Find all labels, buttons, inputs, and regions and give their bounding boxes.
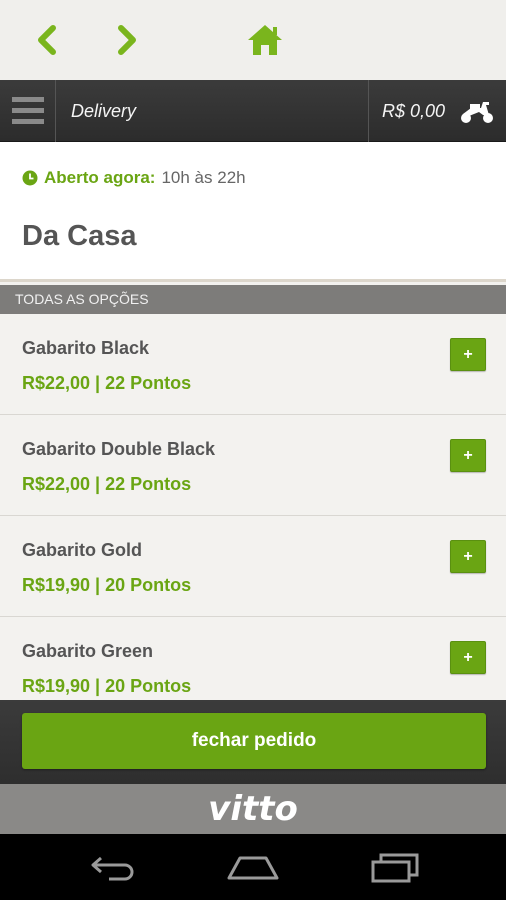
cart-total: R$ 0,00 <box>382 100 446 121</box>
home-outline-icon <box>227 856 279 880</box>
system-back-button[interactable] <box>83 852 143 884</box>
system-nav-bar <box>0 834 506 900</box>
hours-text: 10h às 22h <box>161 168 246 187</box>
item-name: Gabarito Double Black <box>22 439 216 459</box>
page-title: Delivery <box>71 101 137 121</box>
add-item-button[interactable]: + <box>450 338 486 371</box>
product-list[interactable]: Gabarito Black R$22,00 | 22 Pontos + Gab… <box>0 314 506 700</box>
scooter-icon <box>461 102 494 123</box>
menu-button[interactable] <box>0 80 56 142</box>
open-status: Aberto agora: <box>44 168 156 187</box>
list-item[interactable]: Gabarito Double Black R$22,00 | 22 Ponto… <box>0 415 506 516</box>
chevron-left-icon <box>38 25 56 55</box>
add-item-button[interactable]: + <box>450 540 486 573</box>
system-recents-button[interactable] <box>365 852 425 884</box>
brand-bar: vitto <box>0 784 506 834</box>
list-item[interactable]: Gabarito Green R$19,90 | 20 Pontos + <box>0 617 506 700</box>
item-name: Gabarito Gold <box>22 540 143 560</box>
back-button[interactable] <box>25 18 69 62</box>
item-price: R$19,90 | 20 Pontos <box>22 575 192 595</box>
item-name: Gabarito Green <box>22 641 154 661</box>
item-price: R$19,90 | 20 Pontos <box>22 676 192 696</box>
opening-hours: Aberto agora: 10h às 22h <box>22 168 246 188</box>
item-price: R$22,00 | 22 Pontos <box>22 474 192 494</box>
system-home-button[interactable] <box>223 852 283 884</box>
store-info: Aberto agora: 10h às 22h Da Casa <box>0 142 506 282</box>
back-arrow-icon <box>91 856 134 881</box>
list-item[interactable]: Gabarito Gold R$19,90 | 20 Pontos + <box>0 516 506 617</box>
hamburger-menu-icon <box>11 97 44 124</box>
clock-icon <box>22 170 38 186</box>
app-header: Delivery R$ 0,00 <box>0 80 506 142</box>
store-name: Da Casa <box>22 220 137 252</box>
vitto-logo: vitto <box>208 789 298 829</box>
add-item-button[interactable]: + <box>450 439 486 472</box>
home-button[interactable] <box>243 18 287 62</box>
section-header: TODAS AS OPÇÕES <box>0 285 506 314</box>
chevron-right-icon <box>118 25 136 55</box>
checkout-footer: fechar pedido <box>0 700 506 784</box>
home-icon <box>248 25 282 55</box>
browser-toolbar <box>0 0 506 80</box>
add-item-button[interactable]: + <box>450 641 486 674</box>
item-price: R$22,00 | 22 Pontos <box>22 373 192 393</box>
forward-button[interactable] <box>105 18 149 62</box>
list-item[interactable]: Gabarito Black R$22,00 | 22 Pontos + <box>0 314 506 415</box>
checkout-button[interactable]: fechar pedido <box>22 713 486 769</box>
cart-button[interactable]: R$ 0,00 <box>368 80 506 142</box>
recent-apps-icon <box>371 853 419 883</box>
item-name: Gabarito Black <box>22 338 150 358</box>
